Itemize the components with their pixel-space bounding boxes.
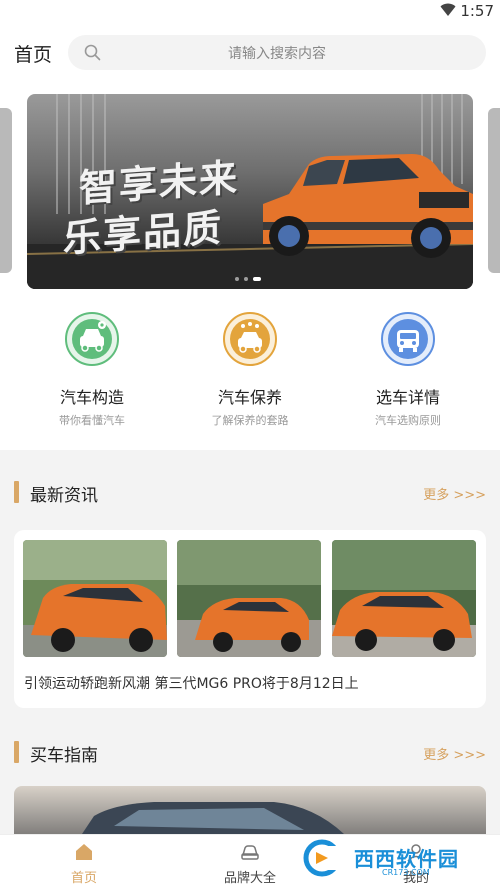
carousel-dots bbox=[235, 277, 261, 281]
banner-prev-card[interactable] bbox=[0, 108, 12, 273]
category-title: 汽车保养 bbox=[217, 388, 282, 407]
section-accent-bar bbox=[14, 481, 19, 503]
news-thumbnail bbox=[23, 540, 167, 657]
tab-label: 首页 bbox=[70, 871, 97, 886]
category-car-maintenance[interactable]: 汽车保养 了解保养的套路 bbox=[180, 312, 320, 428]
guide-section-title: 买车指南 bbox=[30, 746, 98, 766]
search-input[interactable]: 请输入搜索内容 bbox=[68, 35, 486, 70]
tab-label: 品牌大全 bbox=[223, 871, 276, 886]
page-title: 首页 bbox=[14, 44, 53, 66]
news-article-title[interactable]: 引领运动轿跑新风潮 第三代MG6 PRO将于8月12日上 bbox=[24, 673, 359, 693]
category-car-selection[interactable]: 选车详情 汽车选购原则 bbox=[338, 312, 478, 428]
banner-slogan-line2: 乐享品质 bbox=[63, 204, 224, 261]
tab-brands[interactable]: 品牌大全 bbox=[200, 841, 300, 886]
car-gear-icon bbox=[65, 312, 119, 366]
category-subtitle: 了解保养的套路 bbox=[211, 414, 289, 427]
car-select-icon bbox=[381, 312, 435, 366]
category-subtitle: 带你看懂汽车 bbox=[59, 414, 125, 427]
carousel-dot[interactable] bbox=[244, 277, 248, 281]
car-wash-icon bbox=[223, 312, 277, 366]
watermark-subtext: CR173.COM bbox=[382, 868, 430, 877]
site-watermark: 西西软件园 CR173.COM bbox=[298, 838, 484, 878]
news-more-link[interactable]: 更多 >>> bbox=[423, 484, 486, 503]
category-car-structure[interactable]: 汽车构造 带你看懂汽车 bbox=[22, 312, 162, 428]
guide-section-header: 买车指南 更多 >>> bbox=[0, 730, 500, 774]
news-card[interactable]: 引领运动轿跑新风潮 第三代MG6 PRO将于8月12日上 bbox=[14, 530, 486, 708]
news-thumbnail bbox=[332, 540, 476, 657]
search-placeholder: 请输入搜索内容 bbox=[228, 46, 326, 62]
category-grid: 汽车构造 带你看懂汽车 汽车保养 了解保养的套路 选车详情 汽车选购原则 bbox=[0, 296, 500, 450]
header: 首页 请输入搜索内容 bbox=[0, 24, 500, 86]
home-icon bbox=[73, 841, 95, 863]
car-icon bbox=[239, 841, 261, 863]
watermark-logo-icon bbox=[303, 839, 350, 877]
status-bar: 1:57 bbox=[0, 0, 500, 24]
category-title: 选车详情 bbox=[375, 388, 440, 407]
banner-slide[interactable]: 智享未来 乐享品质 bbox=[27, 94, 473, 289]
category-title: 汽车构造 bbox=[59, 388, 124, 407]
carousel-dot[interactable] bbox=[235, 277, 239, 281]
banner-carousel[interactable]: 智享未来 乐享品质 bbox=[0, 86, 500, 296]
category-subtitle: 汽车选购原则 bbox=[375, 414, 441, 427]
guide-more-link[interactable]: 更多 >>> bbox=[423, 744, 486, 763]
news-section-title: 最新资讯 bbox=[30, 486, 98, 506]
news-thumbnail bbox=[177, 540, 321, 657]
status-time: 1:57 bbox=[460, 2, 494, 20]
banner-next-card[interactable] bbox=[488, 108, 500, 273]
section-accent-bar bbox=[14, 741, 19, 763]
news-section-header: 最新资讯 更多 >>> bbox=[0, 470, 500, 514]
carousel-dot-active[interactable] bbox=[253, 277, 261, 281]
wifi-icon bbox=[440, 3, 456, 16]
tab-home[interactable]: 首页 bbox=[34, 841, 134, 886]
